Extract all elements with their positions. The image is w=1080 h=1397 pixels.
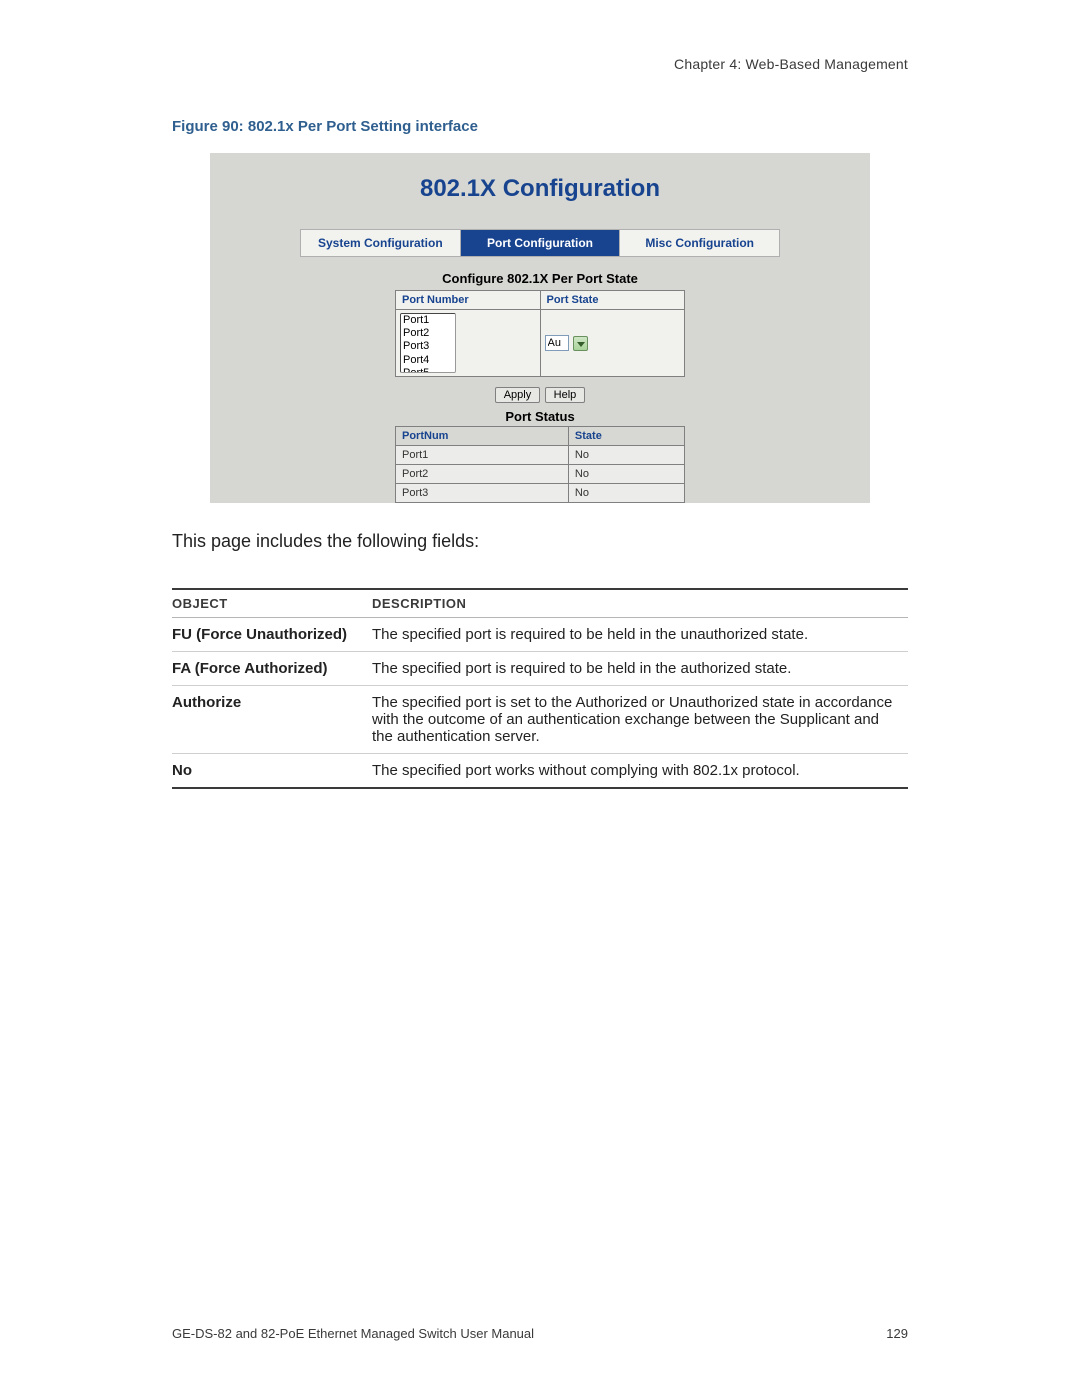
tab-system-configuration[interactable]: System Configuration bbox=[301, 230, 461, 256]
cell-portnum: Port2 bbox=[396, 465, 569, 484]
table-row: Port2 No bbox=[396, 465, 685, 484]
configure-table: Port Number Port State Port1 Port2 Port3… bbox=[395, 290, 685, 377]
table-row: Port3 No bbox=[396, 484, 685, 503]
config-title: 802.1X Configuration bbox=[228, 175, 852, 203]
cell-state: No bbox=[568, 465, 684, 484]
port-option[interactable]: Port2 bbox=[401, 327, 455, 340]
port-option[interactable]: Port5 bbox=[401, 367, 455, 373]
config-tabs: System Configuration Port Configuration … bbox=[300, 229, 780, 257]
footer-page-number: 129 bbox=[886, 1326, 908, 1341]
field-description: The specified port is required to be hel… bbox=[372, 652, 908, 686]
table-row: No The specified port works without comp… bbox=[172, 754, 908, 789]
table-row: Authorize The specified port is set to t… bbox=[172, 686, 908, 754]
port-state-input[interactable] bbox=[545, 335, 569, 351]
chapter-header: Chapter 4: Web-Based Management bbox=[172, 56, 908, 72]
help-button[interactable]: Help bbox=[545, 387, 586, 403]
configure-heading: Configure 802.1X Per Port State bbox=[228, 271, 852, 286]
apply-button[interactable]: Apply bbox=[495, 387, 541, 403]
cell-portnum: Port1 bbox=[396, 446, 569, 465]
col-port-state: Port State bbox=[540, 291, 685, 310]
field-description: The specified port is required to be hel… bbox=[372, 618, 908, 652]
fields-header-object: OBJECT bbox=[172, 589, 372, 618]
page-footer: GE-DS-82 and 82-PoE Ethernet Managed Swi… bbox=[172, 1326, 908, 1341]
cell-portnum: Port3 bbox=[396, 484, 569, 503]
cell-state: No bbox=[568, 446, 684, 465]
fields-table: OBJECT DESCRIPTION FU (Force Unauthorize… bbox=[172, 588, 908, 789]
col-port-number: Port Number bbox=[396, 291, 541, 310]
port-option[interactable]: Port4 bbox=[401, 354, 455, 367]
cell-state: No bbox=[568, 484, 684, 503]
field-object: No bbox=[172, 754, 372, 789]
field-object: FU (Force Unauthorized) bbox=[172, 618, 372, 652]
port-option[interactable]: Port3 bbox=[401, 340, 455, 353]
table-row: FA (Force Authorized) The specified port… bbox=[172, 652, 908, 686]
port-status-heading: Port Status bbox=[228, 409, 852, 424]
screenshot-panel: 802.1X Configuration System Configuratio… bbox=[210, 153, 870, 503]
port-state-dropdown-icon[interactable] bbox=[573, 336, 588, 351]
port-status-table: PortNum State Port1 No Port2 No Port3 No bbox=[395, 426, 685, 503]
tab-port-configuration[interactable]: Port Configuration bbox=[461, 230, 621, 256]
figure-caption: Figure 90: 802.1x Per Port Setting inter… bbox=[172, 118, 908, 135]
field-description: The specified port works without complyi… bbox=[372, 754, 908, 789]
fields-header-description: DESCRIPTION bbox=[372, 589, 908, 618]
field-object: FA (Force Authorized) bbox=[172, 652, 372, 686]
col-state: State bbox=[568, 427, 684, 446]
col-portnum: PortNum bbox=[396, 427, 569, 446]
port-option[interactable]: Port1 bbox=[401, 314, 455, 327]
tab-misc-configuration[interactable]: Misc Configuration bbox=[620, 230, 779, 256]
field-description: The specified port is set to the Authori… bbox=[372, 686, 908, 754]
table-row: FU (Force Unauthorized) The specified po… bbox=[172, 618, 908, 652]
footer-manual-title: GE-DS-82 and 82-PoE Ethernet Managed Swi… bbox=[172, 1326, 534, 1341]
table-row: Port1 No bbox=[396, 446, 685, 465]
intro-text: This page includes the following fields: bbox=[172, 531, 908, 552]
field-object: Authorize bbox=[172, 686, 372, 754]
port-number-listbox[interactable]: Port1 Port2 Port3 Port4 Port5 bbox=[400, 313, 456, 373]
